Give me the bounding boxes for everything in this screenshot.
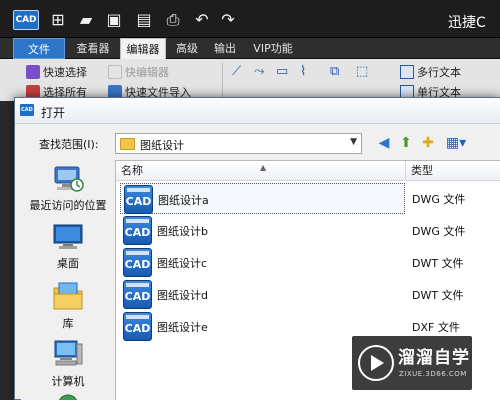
app-title-bar: CAD ⊞ ▰ ▣ ▤ ⎙ ↶ ↷ 迅捷C (0, 0, 500, 38)
redo-icon[interactable]: ↷ (218, 10, 238, 30)
multiline-text-icon (400, 65, 414, 79)
cad-file-icon: CAD (123, 248, 152, 277)
multiline-text-label: 多行文本 (417, 66, 461, 79)
cad-file-icon: CAD (124, 185, 153, 214)
copy-tool-icon[interactable]: ⧉ (330, 64, 339, 79)
file-row-name-cell[interactable]: CAD 图纸设计d (120, 279, 405, 310)
place-computer-label: 计算机 (51, 375, 85, 388)
file-type: DWG 文件 (412, 225, 466, 238)
place-recent-label: 最近访问的位置 (29, 199, 107, 212)
quick-select-icon (26, 65, 40, 79)
menu-viewer[interactable]: 查看器 (70, 38, 116, 59)
column-header-name[interactable]: 名称 ▲ (116, 161, 406, 181)
sort-ascending-icon: ▲ (260, 163, 267, 172)
dialog-cad-icon: CAD (20, 104, 34, 116)
look-in-value: 图纸设计 (140, 139, 184, 152)
undo-icon[interactable]: ↶ (192, 10, 212, 30)
chevron-down-icon[interactable]: ▼ (350, 137, 357, 147)
menu-editor[interactable]: 编辑器 (120, 38, 166, 59)
menu-bar: 文件 查看器 编辑器 高级 输出 VIP功能 (0, 38, 500, 59)
open-folder-icon[interactable]: ▰ (76, 10, 96, 30)
multiline-text-button[interactable]: 多行文本 (400, 65, 461, 81)
file-row[interactable]: CAD 图纸设计a DWG 文件 (116, 183, 500, 214)
file-type: DWT 文件 (412, 289, 464, 302)
file-type: DXF 文件 (412, 321, 460, 334)
menu-output[interactable]: 输出 (208, 38, 242, 59)
network-icon (59, 394, 77, 400)
places-bar: 最近访问的位置 桌面 库 计算机 (21, 160, 115, 400)
menu-advanced[interactable]: 高级 (170, 38, 204, 59)
file-name: 图纸设计b (157, 225, 208, 238)
new-file-icon[interactable]: ⊞ (48, 10, 68, 30)
file-row[interactable]: CAD 图纸设计c DWT 文件 (116, 247, 500, 278)
look-in-label: 查找范围(I): (39, 138, 99, 151)
spline-tool-icon[interactable]: ⌇ (300, 64, 306, 79)
place-libraries-label: 库 (62, 317, 74, 330)
folder-icon (120, 138, 135, 150)
place-recent[interactable]: 最近访问的位置 (21, 164, 115, 213)
line-tool-icon[interactable]: ⟋ (232, 64, 241, 79)
print-icon[interactable]: ⎙ (163, 10, 183, 30)
select-region-icon[interactable]: ⬚ (356, 64, 368, 79)
cad-file-icon: CAD (123, 280, 152, 309)
file-name: 图纸设计c (157, 257, 208, 270)
column-header-type[interactable]: 类型 (406, 161, 500, 181)
quick-edit-button[interactable]: 快编辑器 (108, 65, 169, 81)
place-computer[interactable]: 计算机 (21, 338, 115, 389)
app-title: 迅捷C (448, 15, 486, 31)
desktop-icon (53, 224, 83, 249)
quick-edit-icon (108, 65, 122, 79)
file-row-name-cell[interactable]: CAD 图纸设计b (120, 215, 405, 246)
dialog-title-bar: CAD 打开 (15, 98, 500, 124)
file-row[interactable]: CAD 图纸设计d DWT 文件 (116, 279, 500, 310)
rectangle-tool-icon[interactable]: ▭ (276, 64, 288, 79)
look-in-combo[interactable]: 图纸设计 ▼ (115, 133, 362, 154)
place-desktop[interactable]: 桌面 (21, 222, 115, 271)
place-libraries[interactable]: 库 (21, 280, 115, 331)
cad-file-icon: CAD (123, 312, 152, 341)
polyline-tool-icon[interactable]: ⤳ (254, 64, 264, 79)
file-type: DWG 文件 (412, 193, 466, 206)
place-network[interactable] (21, 394, 115, 400)
libraries-icon (53, 282, 83, 310)
quick-edit-label: 快编辑器 (125, 66, 169, 79)
ribbon-toolbar: 快速选择 快编辑器 选择所有 快速文件导入 ⟋ ⤳ ▭ ⌇ ⧉ ⬚ 多行文本 单… (0, 59, 500, 101)
menu-vip[interactable]: VIP功能 (248, 38, 298, 59)
file-type: DWT 文件 (412, 257, 464, 270)
save-icon[interactable]: ▣ (104, 10, 124, 30)
back-icon[interactable]: ◀ (375, 134, 393, 152)
app-logo-icon[interactable]: CAD (13, 10, 39, 30)
column-name-label: 名称 (121, 164, 143, 177)
file-name: 图纸设计a (158, 194, 209, 207)
dialog-title: 打开 (41, 106, 66, 120)
quick-select-button[interactable]: 快速选择 (26, 65, 87, 81)
computer-icon (54, 340, 83, 366)
play-logo-icon (358, 345, 394, 381)
save-as-icon[interactable]: ▤ (134, 10, 154, 30)
recent-places-icon (54, 166, 84, 192)
watermark-text: 溜溜自学 (398, 348, 470, 368)
ribbon-separator (222, 63, 223, 97)
column-type-label: 类型 (411, 164, 433, 177)
place-desktop-label: 桌面 (57, 257, 79, 270)
watermark-subtext: ZIXUE.3D66.COM (399, 370, 467, 378)
file-name: 图纸设计e (157, 321, 208, 334)
file-row[interactable]: CAD 图纸设计b DWG 文件 (116, 215, 500, 246)
menu-file[interactable]: 文件 (13, 38, 65, 59)
file-name: 图纸设计d (157, 289, 208, 302)
view-menu-icon[interactable]: ▦▾ (443, 134, 469, 152)
watermark: 溜溜自学 ZIXUE.3D66.COM (352, 336, 472, 390)
file-row-name-cell[interactable]: CAD 图纸设计a (120, 183, 405, 214)
file-row-name-cell[interactable]: CAD 图纸设计c (120, 247, 405, 278)
cad-file-icon: CAD (123, 216, 152, 245)
new-folder-icon[interactable]: ✚ (419, 134, 437, 152)
up-folder-icon[interactable]: ⬆ (397, 134, 415, 152)
quick-select-label: 快速选择 (43, 66, 87, 79)
